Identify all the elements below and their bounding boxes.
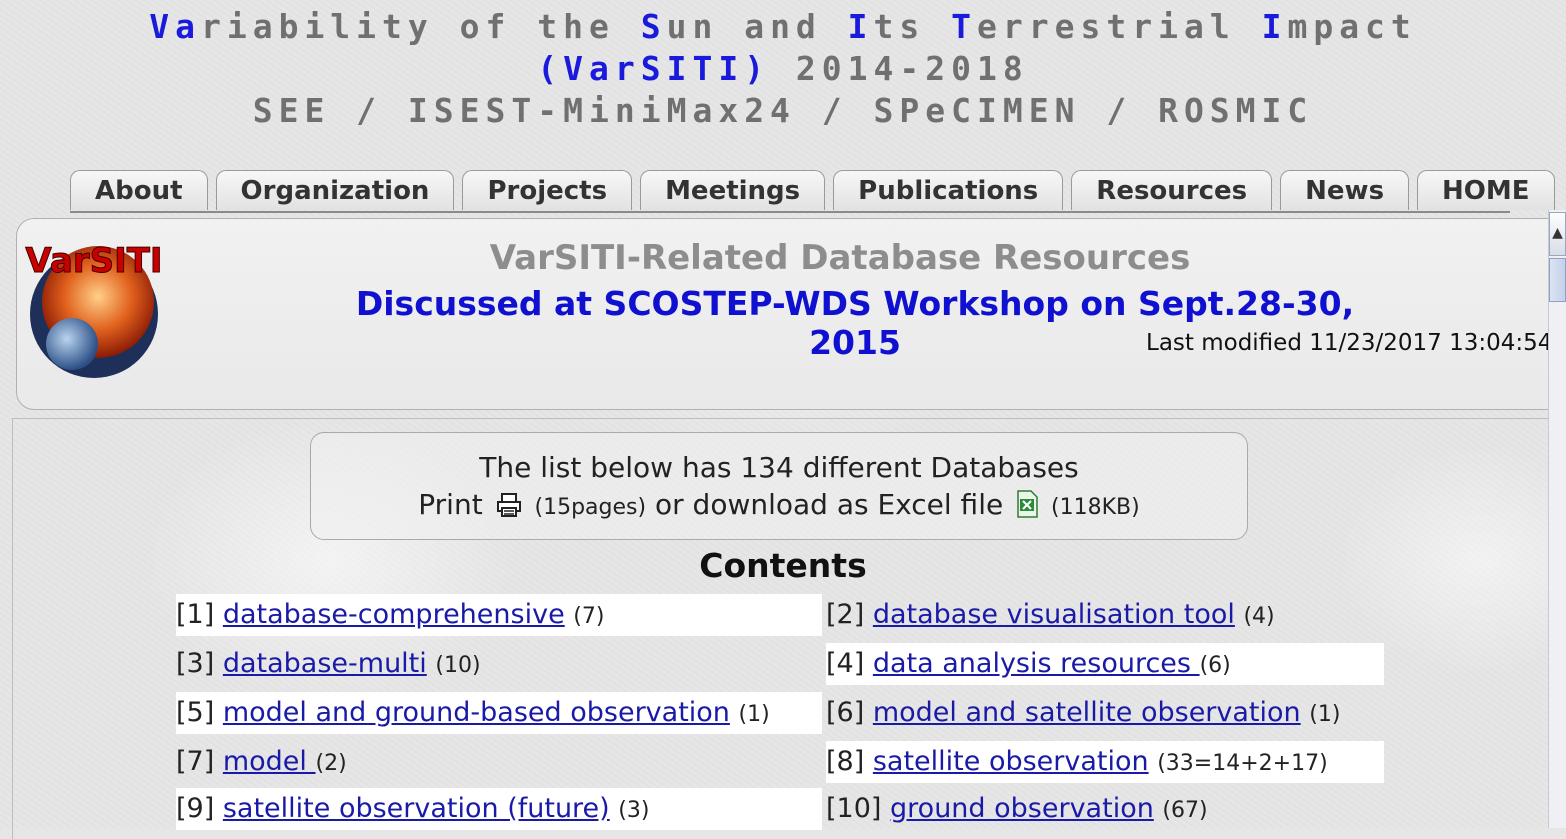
tab-projects[interactable]: Projects — [462, 170, 633, 210]
header-highlight-letter: I — [1261, 7, 1288, 46]
header-years: 2014-2018 — [770, 49, 1029, 88]
contents-item-9: [9] satellite observation (future) (3) — [176, 788, 822, 830]
scrollbar-thumb[interactable] — [1549, 258, 1566, 302]
main-nav-tabs: About Organization Projects Meetings Pub… — [70, 170, 1555, 212]
chevron-up-icon: ▲ — [1552, 225, 1563, 241]
vertical-scrollbar[interactable] — [1548, 210, 1566, 828]
contents-link-database-comprehensive[interactable]: database-comprehensive — [223, 599, 565, 630]
last-modified: Last modified 11/23/2017 13:04:54 — [1146, 330, 1553, 356]
contents-link-model-and-satellite-observation[interactable]: model and satellite observation — [873, 697, 1301, 728]
contents-item-10: [10] ground observation (67) — [826, 788, 1386, 830]
item-count: (3) — [618, 798, 650, 823]
contents-link-satellite-observation-future[interactable]: satellite observation (future) — [223, 793, 610, 824]
header-projects: SEE / ISEST-MiniMax24 / SPeCIMEN / ROSMI… — [252, 91, 1314, 130]
item-count: (33=14+2+17) — [1157, 751, 1328, 776]
item-count: (1) — [738, 702, 770, 727]
header-highlight-letter: T — [951, 7, 978, 46]
printer-icon[interactable] — [496, 489, 522, 529]
database-info-box: The list below has 134 different Databas… — [310, 432, 1248, 540]
item-number: [10] — [826, 793, 882, 824]
tab-organization[interactable]: Organization — [215, 170, 455, 210]
tab-resources[interactable]: Resources — [1071, 170, 1273, 210]
item-number: [4] — [826, 648, 865, 679]
header-title-text: ri — [200, 7, 253, 46]
contents-item-3: [3] database-multi (10) — [176, 643, 822, 685]
tab-news[interactable]: News — [1280, 170, 1410, 210]
tab-home[interactable]: HOME — [1417, 170, 1555, 210]
contents-link-ground-observation[interactable]: ground observation — [890, 793, 1154, 824]
item-count: (4) — [1243, 604, 1275, 629]
item-number: [5] — [176, 697, 215, 728]
page-title: VarSITI-Related Database Resources — [489, 238, 1191, 278]
header-acronym: (VarSITI) — [537, 49, 771, 88]
download-text: or download as Excel file — [655, 488, 1004, 521]
download-line: Print (15pages) or download as Excel fil… — [311, 485, 1247, 529]
contents-item-4: [4] data analysis resources (6) — [826, 643, 1384, 685]
header-title-text: ability of the — [252, 7, 641, 46]
contents-item-7: [7] model (2) — [176, 741, 822, 783]
item-number: [9] — [176, 793, 215, 824]
item-count: (2) — [315, 751, 347, 776]
item-count: (6) — [1199, 653, 1231, 678]
print-label: Print — [418, 488, 483, 521]
contents-item-1: [1] database-comprehensive (7) — [176, 594, 822, 636]
header-title-text: un and — [666, 7, 848, 46]
excel-file-icon[interactable] — [1016, 489, 1038, 529]
contents-item-5: [5] model and ground-based observation (… — [176, 692, 822, 734]
tabs-divider — [70, 211, 1510, 213]
item-count: (7) — [573, 604, 605, 629]
header-highlight-letter: I — [847, 7, 874, 46]
header-title-line1: Variability of the Sun and Its Terrestri… — [0, 6, 1566, 48]
contents-link-model-and-ground-based-observation[interactable]: model and ground-based observation — [223, 697, 730, 728]
contents-link-model[interactable]: model — [223, 746, 316, 777]
header-highlight-letter: Va — [149, 7, 201, 46]
header-highlight-letter: S — [640, 7, 667, 46]
item-number: [2] — [826, 599, 865, 630]
item-number: [3] — [176, 648, 215, 679]
contents-link-database-visualisation-tool[interactable]: database visualisation tool — [873, 599, 1235, 630]
contents-link-data-analysis-resources[interactable]: data analysis resources — [873, 648, 1200, 679]
item-number: [7] — [176, 746, 215, 777]
tab-about[interactable]: About — [70, 170, 208, 210]
scroll-up-button[interactable]: ▲ — [1549, 212, 1566, 256]
header-title-line2: (VarSITI) 2014-2018 — [0, 48, 1566, 90]
item-number: [6] — [826, 697, 865, 728]
contents-heading: Contents — [699, 546, 867, 585]
item-count: (10) — [435, 653, 481, 678]
excel-size: (118KB) — [1051, 495, 1140, 520]
item-number: [1] — [176, 599, 215, 630]
contents-item-2: [2] database visualisation tool (4) — [826, 594, 1386, 636]
item-count: (67) — [1162, 798, 1208, 823]
item-count: (1) — [1309, 702, 1341, 727]
contents-item-8: [8] satellite observation (33=14+2+17) — [826, 741, 1384, 783]
header-title-text: mpact — [1287, 7, 1417, 46]
tab-meetings[interactable]: Meetings — [640, 170, 826, 210]
tab-publications[interactable]: Publications — [833, 170, 1064, 210]
print-pages: (15pages) — [534, 495, 647, 520]
logo-text: VarSITI — [25, 241, 162, 281]
site-header: Variability of the Sun and Its Terrestri… — [0, 6, 1566, 132]
varsiti-logo: VarSITI — [25, 241, 163, 378]
header-title-text: errestrial — [977, 7, 1262, 46]
contents-item-6: [6] model and satellite observation (1) — [826, 692, 1386, 734]
contents-link-satellite-observation[interactable]: satellite observation — [873, 746, 1149, 777]
database-count-text: The list below has 134 different Databas… — [479, 451, 1079, 484]
header-title-text: ts — [873, 7, 952, 46]
contents-link-database-multi[interactable]: database-multi — [223, 648, 427, 679]
item-number: [8] — [826, 746, 865, 777]
